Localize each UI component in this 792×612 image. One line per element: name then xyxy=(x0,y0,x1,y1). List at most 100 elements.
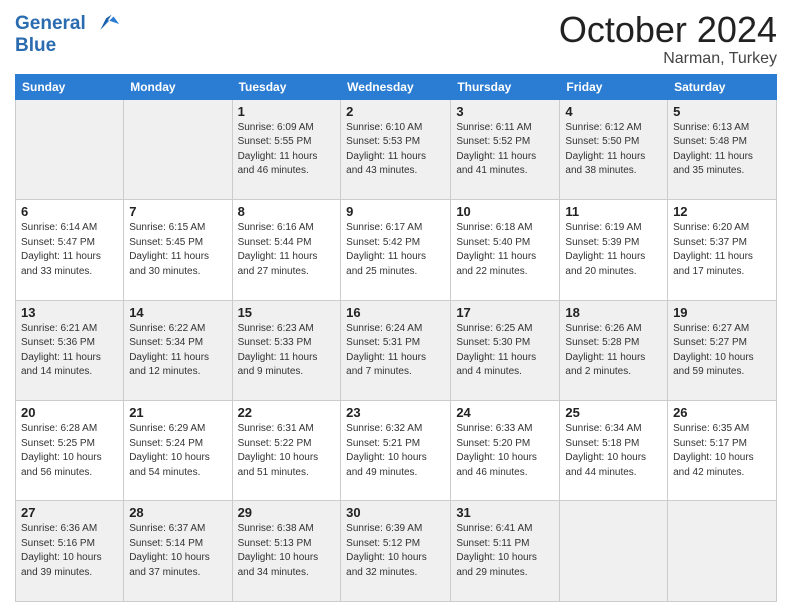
day-info: Sunrise: 6:41 AM Sunset: 5:11 PM Dayligh… xyxy=(456,522,554,580)
day-info: Sunrise: 6:34 AM Sunset: 5:18 PM Dayligh… xyxy=(565,422,662,480)
day-number: 11 xyxy=(565,204,662,219)
calendar-cell: 17 Sunrise: 6:25 AM Sunset: 5:30 PM Dayli… xyxy=(451,300,560,400)
day-number: 25 xyxy=(565,405,662,420)
day-info: Sunrise: 6:17 AM Sunset: 5:42 PM Dayligh… xyxy=(346,221,445,279)
day-number: 19 xyxy=(673,305,771,320)
day-number: 10 xyxy=(456,204,554,219)
day-number: 14 xyxy=(129,305,226,320)
calendar-cell: 20 Sunrise: 6:28 AM Sunset: 5:25 PM Dayli… xyxy=(16,401,124,501)
day-number: 18 xyxy=(565,305,662,320)
calendar-cell: 2 Sunrise: 6:10 AM Sunset: 5:53 PM Daylig… xyxy=(341,99,451,199)
day-number: 9 xyxy=(346,204,445,219)
header-monday: Monday xyxy=(124,74,232,99)
header-tuesday: Tuesday xyxy=(232,74,341,99)
day-info: Sunrise: 6:09 AM Sunset: 5:55 PM Dayligh… xyxy=(238,121,336,179)
calendar-cell: 21 Sunrise: 6:29 AM Sunset: 5:24 PM Dayli… xyxy=(124,401,232,501)
calendar-cell: 9 Sunrise: 6:17 AM Sunset: 5:42 PM Daylig… xyxy=(341,200,451,300)
calendar-cell: 6 Sunrise: 6:14 AM Sunset: 5:47 PM Daylig… xyxy=(16,200,124,300)
day-number: 15 xyxy=(238,305,336,320)
calendar-cell: 16Sunrise: 6:24 AM Sunset: 5:31 PM Dayli… xyxy=(341,300,451,400)
calendar-cell: 3Sunrise: 6:11 AM Sunset: 5:52 PM Daylig… xyxy=(451,99,560,199)
header-thursday: Thursday xyxy=(451,74,560,99)
day-info: Sunrise: 6:14 AM Sunset: 5:47 PM Dayligh… xyxy=(21,221,118,279)
day-info: Sunrise: 6:23 AM Sunset: 5:33 PM Dayligh… xyxy=(238,322,336,380)
weekday-header-row: Sunday Monday Tuesday Wednesday Thursday… xyxy=(16,74,777,99)
calendar-cell: 23 Sunrise: 6:32 AM Sunset: 5:21 PM Dayli… xyxy=(341,401,451,501)
calendar-cell: 30Sunrise: 6:39 AM Sunset: 5:12 PM Dayli… xyxy=(341,501,451,602)
day-number: 7 xyxy=(129,204,226,219)
calendar-cell: 13Sunrise: 6:21 AM Sunset: 5:36 PM Dayli… xyxy=(16,300,124,400)
day-info: Sunrise: 6:16 AM Sunset: 5:44 PM Dayligh… xyxy=(238,221,336,279)
day-info: Sunrise: 6:27 AM Sunset: 5:27 PM Dayligh… xyxy=(673,322,771,380)
day-info: Sunrise: 6:31 AM Sunset: 5:22 PM Dayligh… xyxy=(238,422,336,480)
day-number: 27 xyxy=(21,505,118,520)
day-number: 24 xyxy=(456,405,554,420)
day-number: 31 xyxy=(456,505,554,520)
calendar-cell: 15 Sunrise: 6:23 AM Sunset: 5:33 PM Dayli… xyxy=(232,300,341,400)
header-friday: Friday xyxy=(560,74,668,99)
calendar-cell: 11 Sunrise: 6:19 AM Sunset: 5:39 PM Dayli… xyxy=(560,200,668,300)
day-info: Sunrise: 6:18 AM Sunset: 5:40 PM Dayligh… xyxy=(456,221,554,279)
day-info: Sunrise: 6:33 AM Sunset: 5:20 PM Dayligh… xyxy=(456,422,554,480)
title-section: October 2024 Narman, Turkey xyxy=(559,10,777,68)
day-info: Sunrise: 6:10 AM Sunset: 5:53 PM Dayligh… xyxy=(346,121,445,179)
calendar-cell: 8 Sunrise: 6:16 AM Sunset: 5:44 PM Daylig… xyxy=(232,200,341,300)
day-number: 12 xyxy=(673,204,771,219)
logo-general: General xyxy=(15,13,86,34)
calendar-cell: 19 Sunrise: 6:27 AM Sunset: 5:27 PM Dayli… xyxy=(668,300,777,400)
calendar-cell: 4 Sunrise: 6:12 AM Sunset: 5:50 PM Daylig… xyxy=(560,99,668,199)
calendar-week-row: 1 Sunrise: 6:09 AM Sunset: 5:55 PM Daylig… xyxy=(16,99,777,199)
day-number: 30 xyxy=(346,505,445,520)
day-info: Sunrise: 6:26 AM Sunset: 5:28 PM Dayligh… xyxy=(565,322,662,380)
day-number: 2 xyxy=(346,104,445,119)
day-number: 22 xyxy=(238,405,336,420)
calendar-cell xyxy=(124,99,232,199)
day-info: Sunrise: 6:38 AM Sunset: 5:13 PM Dayligh… xyxy=(238,522,336,580)
day-info: Sunrise: 6:15 AM Sunset: 5:45 PM Dayligh… xyxy=(129,221,226,279)
calendar-cell: 25 Sunrise: 6:34 AM Sunset: 5:18 PM Dayli… xyxy=(560,401,668,501)
logo-text: General xyxy=(15,10,121,38)
calendar-cell xyxy=(560,501,668,602)
calendar-cell xyxy=(16,99,124,199)
calendar-week-row: 13Sunrise: 6:21 AM Sunset: 5:36 PM Dayli… xyxy=(16,300,777,400)
day-number: 17 xyxy=(456,305,554,320)
calendar-week-row: 6 Sunrise: 6:14 AM Sunset: 5:47 PM Daylig… xyxy=(16,200,777,300)
calendar-week-row: 20 Sunrise: 6:28 AM Sunset: 5:25 PM Dayli… xyxy=(16,401,777,501)
day-info: Sunrise: 6:32 AM Sunset: 5:21 PM Dayligh… xyxy=(346,422,445,480)
day-info: Sunrise: 6:25 AM Sunset: 5:30 PM Dayligh… xyxy=(456,322,554,380)
header-wednesday: Wednesday xyxy=(341,74,451,99)
calendar-cell: 31 Sunrise: 6:41 AM Sunset: 5:11 PM Dayli… xyxy=(451,501,560,602)
day-info: Sunrise: 6:37 AM Sunset: 5:14 PM Dayligh… xyxy=(129,522,226,580)
day-number: 8 xyxy=(238,204,336,219)
calendar-cell: 26 Sunrise: 6:35 AM Sunset: 5:17 PM Dayli… xyxy=(668,401,777,501)
calendar-cell: 7 Sunrise: 6:15 AM Sunset: 5:45 PM Daylig… xyxy=(124,200,232,300)
day-number: 20 xyxy=(21,405,118,420)
day-number: 29 xyxy=(238,505,336,520)
day-info: Sunrise: 6:29 AM Sunset: 5:24 PM Dayligh… xyxy=(129,422,226,480)
page: General Blue October 2024 Narman, Turkey… xyxy=(0,0,792,612)
day-info: Sunrise: 6:36 AM Sunset: 5:16 PM Dayligh… xyxy=(21,522,118,580)
calendar-week-row: 27 Sunrise: 6:36 AM Sunset: 5:16 PM Dayli… xyxy=(16,501,777,602)
day-info: Sunrise: 6:28 AM Sunset: 5:25 PM Dayligh… xyxy=(21,422,118,480)
day-info: Sunrise: 6:12 AM Sunset: 5:50 PM Dayligh… xyxy=(565,121,662,179)
day-number: 21 xyxy=(129,405,226,420)
day-number: 23 xyxy=(346,405,445,420)
logo: General Blue xyxy=(15,10,121,55)
day-number: 26 xyxy=(673,405,771,420)
calendar-cell: 18 Sunrise: 6:26 AM Sunset: 5:28 PM Dayli… xyxy=(560,300,668,400)
calendar-cell: 10 Sunrise: 6:18 AM Sunset: 5:40 PM Dayli… xyxy=(451,200,560,300)
day-info: Sunrise: 6:35 AM Sunset: 5:17 PM Dayligh… xyxy=(673,422,771,480)
day-info: Sunrise: 6:24 AM Sunset: 5:31 PM Dayligh… xyxy=(346,322,445,380)
day-number: 6 xyxy=(21,204,118,219)
day-number: 1 xyxy=(238,104,336,119)
calendar-cell: 5Sunrise: 6:13 AM Sunset: 5:48 PM Daylig… xyxy=(668,99,777,199)
day-number: 28 xyxy=(129,505,226,520)
day-number: 13 xyxy=(21,305,118,320)
calendar-cell: 27 Sunrise: 6:36 AM Sunset: 5:16 PM Dayli… xyxy=(16,501,124,602)
calendar-cell: 22 Sunrise: 6:31 AM Sunset: 5:22 PM Dayli… xyxy=(232,401,341,501)
day-info: Sunrise: 6:19 AM Sunset: 5:39 PM Dayligh… xyxy=(565,221,662,279)
day-info: Sunrise: 6:11 AM Sunset: 5:52 PM Dayligh… xyxy=(456,121,554,179)
day-number: 4 xyxy=(565,104,662,119)
day-info: Sunrise: 6:20 AM Sunset: 5:37 PM Dayligh… xyxy=(673,221,771,279)
location-title: Narman, Turkey xyxy=(559,50,777,68)
